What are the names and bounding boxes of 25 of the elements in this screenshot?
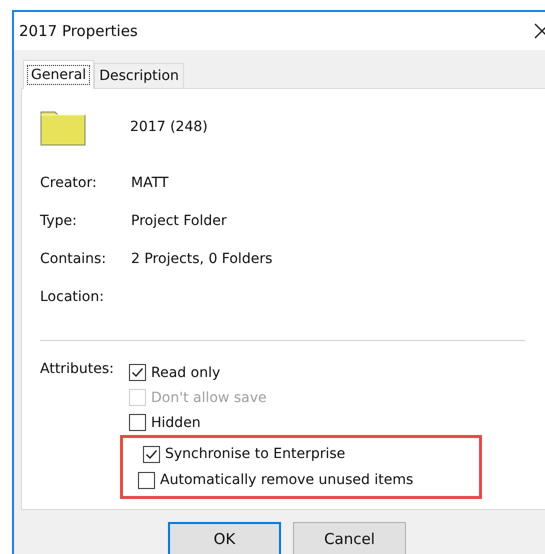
checkbox[interactable]: [129, 414, 146, 431]
checkmark-icon: [131, 366, 144, 379]
tab[interactable]: General: [23, 60, 94, 89]
field-value: 2 Projects, 0 Folders: [131, 250, 272, 266]
ok-button[interactable]: OK: [168, 522, 281, 554]
item-name: 2017 (248): [130, 119, 208, 135]
field-label: Creator:: [40, 174, 98, 190]
field-label: Location:: [40, 288, 105, 304]
tab[interactable]: Description: [94, 63, 184, 88]
field-value: Project Folder: [131, 212, 227, 228]
checkbox[interactable]: [129, 364, 146, 381]
checkbox[interactable]: [138, 472, 155, 488]
cancel-button[interactable]: Cancel: [293, 522, 406, 554]
field-value: MATT: [131, 174, 168, 190]
field-label: Type:: [40, 212, 78, 228]
field-label: Contains:: [40, 250, 108, 266]
checkbox-label: Automatically remove unused items: [160, 472, 414, 488]
checkbox-label: Read only: [151, 364, 220, 380]
checkbox-label: Don't allow save: [151, 390, 267, 406]
checkbox-label: Synchronise to Enterprise: [165, 446, 346, 462]
checkbox[interactable]: [143, 446, 160, 462]
window-title: 2017 Properties: [19, 22, 138, 40]
checkbox-label: Hidden: [151, 414, 201, 430]
attributes-label: Attributes:: [40, 360, 115, 379]
checkmark-icon: [145, 448, 158, 460]
